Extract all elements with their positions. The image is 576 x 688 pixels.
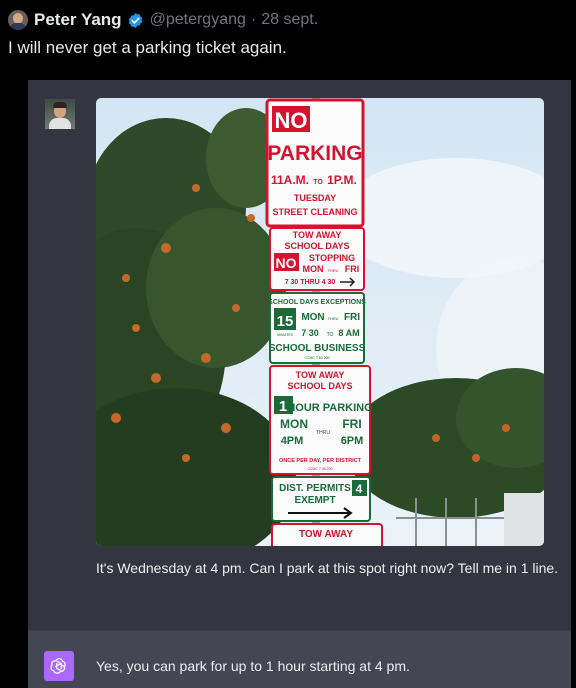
sign3-mon: MON: [301, 312, 324, 323]
sign-parking: PARKING: [267, 142, 362, 165]
user-message: It's Wednesday at 4 pm. Can I park at th…: [96, 560, 559, 576]
sign3-thru: THRU: [327, 316, 338, 321]
sign4-school-days: SCHOOL DAYS: [287, 381, 352, 391]
sign4-thru: THRU: [316, 430, 330, 436]
author-handle[interactable]: @petergyang: [150, 11, 246, 29]
sign4-time-end: 6PM: [341, 435, 364, 447]
sign3-to: TO: [327, 332, 334, 338]
sign4-code: CCMC 7.45.200: [307, 467, 332, 471]
tweet-text: I will never get a parking ticket again.: [8, 38, 287, 57]
tweet-header: Peter Yang @petergyang · 28 sept.: [8, 8, 318, 32]
sign-to: TO: [313, 179, 323, 186]
sign3-title: SCHOOL DAYS EXCEPTIONS: [268, 299, 366, 306]
sign3-business: SCHOOL BUSINESS: [269, 343, 366, 354]
sign4-hour-parking: HOUR PARKING: [287, 402, 372, 414]
chat-screenshot: NO PARKING 11A.M. TO 1P.M. TUESDAY STREE…: [28, 80, 571, 688]
sign2-mon: MON: [303, 264, 324, 274]
sign-time-end: 1P.M.: [327, 173, 357, 187]
sign2-stopping: STOPPING: [309, 253, 355, 263]
sign3-time-start: 7 30: [301, 328, 319, 338]
assistant-message: Yes, you can park for up to 1 hour start…: [96, 658, 410, 674]
author-name[interactable]: Peter Yang: [34, 10, 122, 30]
chatgpt-logo-icon: [44, 651, 74, 681]
sign4-hour-number: 1: [279, 398, 287, 415]
author-avatar[interactable]: [8, 10, 28, 30]
sign2-tow-away: TOW AWAY: [293, 230, 342, 240]
sign4-fri: FRI: [342, 417, 361, 431]
sign3-code: CCMC 7.63.200: [304, 356, 329, 360]
sign5-line1: DIST. PERMITS: [279, 483, 351, 494]
sign4-mon: MON: [280, 417, 308, 431]
verified-badge-icon: [128, 12, 142, 28]
sign3-minutes-number: 15: [277, 313, 294, 330]
sign2-fri: FRI: [345, 264, 360, 274]
sign4-tow-away: TOW AWAY: [296, 370, 345, 380]
sign3-fri: FRI: [344, 312, 360, 323]
tweet-date[interactable]: 28 sept.: [261, 11, 318, 29]
parking-signs-photo: NO PARKING 11A.M. TO 1P.M. TUESDAY STREE…: [96, 98, 544, 546]
sign2-times: 7 30 THRU 4 30: [285, 279, 336, 286]
sign4-once: ONCE PER DAY, PER DISTRICT: [279, 458, 362, 464]
sign3-time-end: 8 AM: [338, 328, 359, 338]
sign5-line2: EXEMPT: [294, 495, 335, 506]
sign2-no: NO: [276, 255, 297, 271]
sign-day: TUESDAY: [294, 193, 336, 203]
sign4-time-start: 4PM: [281, 435, 304, 447]
sign-no: NO: [275, 108, 308, 133]
sign6-tow-away: TOW AWAY: [299, 529, 353, 540]
user-avatar: [45, 99, 75, 129]
sign-time-start: 11A.M.: [271, 173, 309, 187]
sign-purpose: STREET CLEANING: [272, 207, 357, 217]
sign2-school-days: SCHOOL DAYS: [284, 241, 349, 251]
separator: ·: [250, 11, 257, 28]
sign5-district: 4: [356, 482, 363, 496]
sign3-minutes: MINUTES: [277, 333, 293, 337]
assistant-response: Yes, you can park for up to 1 hour start…: [28, 630, 571, 688]
sign2-thru: THRU: [327, 268, 338, 273]
